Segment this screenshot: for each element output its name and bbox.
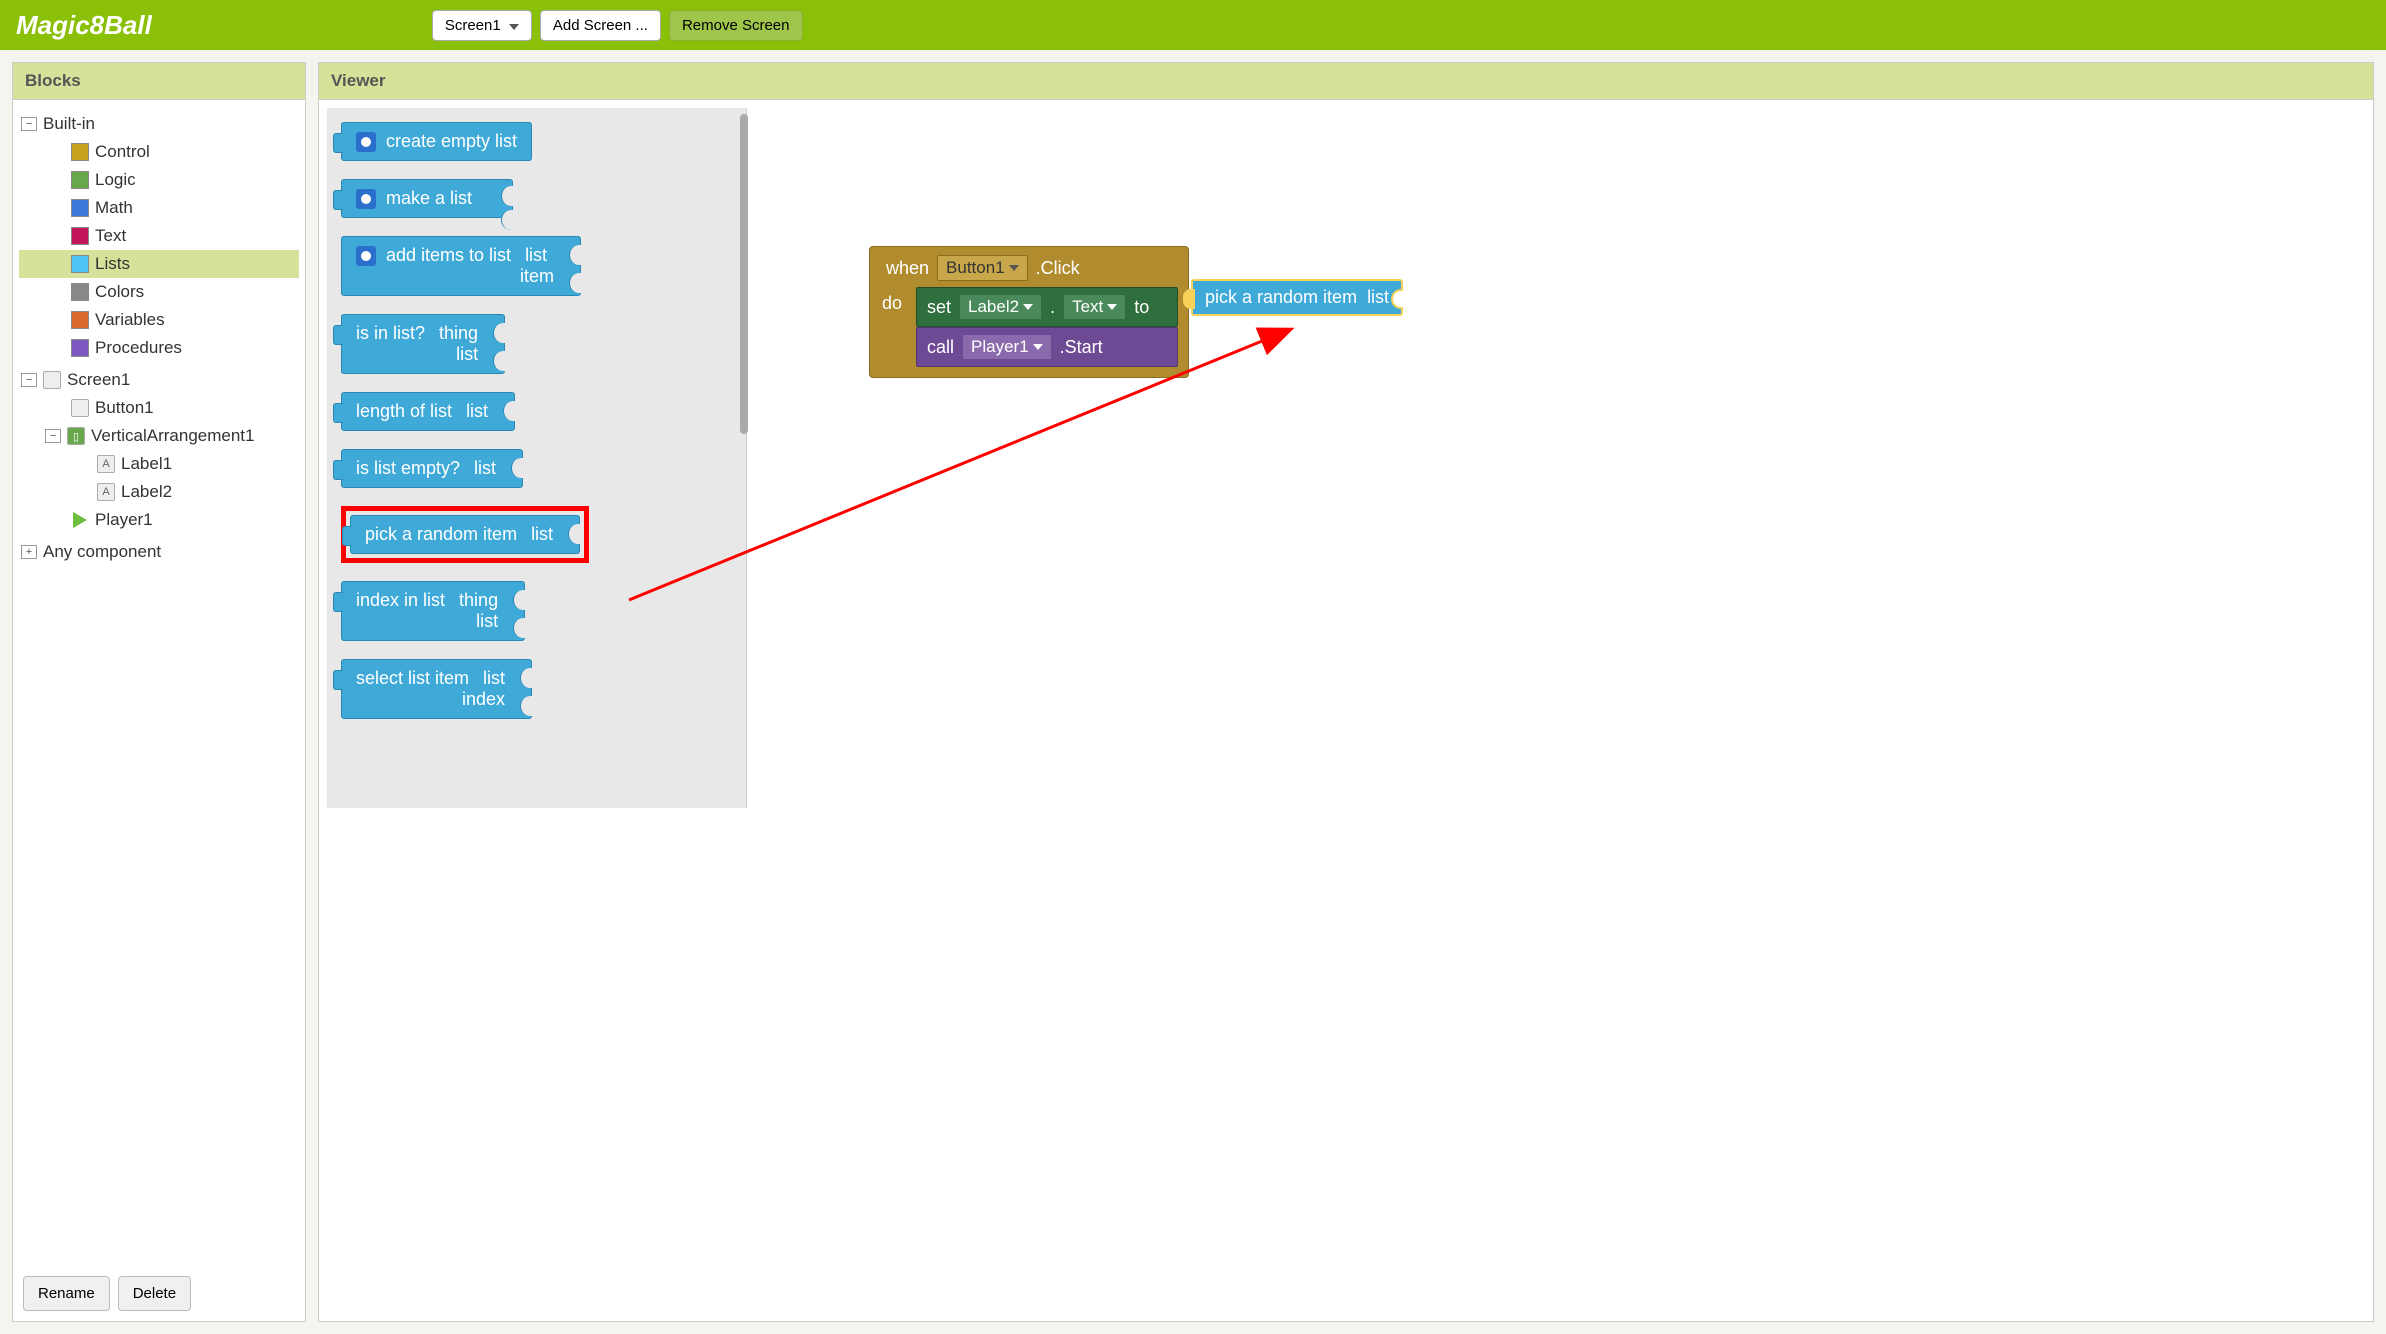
category-logic[interactable]: Logic [19,166,299,194]
component-dropdown[interactable]: Label2 [959,294,1042,320]
chevron-down-icon [1023,304,1033,310]
app-title: Magic8Ball [16,10,152,41]
block-index-in-list[interactable]: index in list thing list [341,581,525,641]
category-colors[interactable]: Colors [19,278,299,306]
collapse-icon[interactable]: − [45,429,61,443]
annotation-red-box: pick a random item list [341,506,589,563]
component-vertical-arrangement[interactable]: − ▯ VerticalArrangement1 [19,422,299,450]
component-label1[interactable]: A Label1 [19,450,299,478]
math-color-icon [71,199,89,217]
palette-scrollbar[interactable] [740,114,748,434]
component-button1[interactable]: Button1 [19,394,299,422]
remove-screen-button[interactable]: Remove Screen [669,10,803,41]
blocks-panel: Blocks − Built-in Control Logic Math Tex… [12,62,306,1322]
procedures-color-icon [71,339,89,357]
button-icon [71,399,89,417]
variables-color-icon [71,311,89,329]
block-create-empty-list[interactable]: create empty list [341,122,532,161]
set-label2-text-block[interactable]: set Label2 . Text to [916,287,1178,327]
viewer-panel-header: Viewer [319,63,2373,100]
call-player1-start-block[interactable]: call Player1 .Start [916,327,1178,367]
property-dropdown[interactable]: Text [1063,294,1126,320]
logic-color-icon [71,171,89,189]
gear-icon[interactable] [356,246,376,266]
category-lists[interactable]: Lists [19,250,299,278]
block-add-items-to-list[interactable]: add items to list list item [341,236,581,296]
component-dropdown[interactable]: Player1 [962,334,1052,360]
screen-dropdown-button[interactable]: Screen1 [432,10,532,41]
tree-screen1[interactable]: − Screen1 [19,366,299,394]
add-screen-button[interactable]: Add Screen ... [540,10,661,41]
block-select-list-item[interactable]: select list item list index [341,659,532,719]
viewer-workspace[interactable]: create empty list make a list add items … [319,100,2373,1321]
gear-icon[interactable] [356,132,376,152]
category-text[interactable]: Text [19,222,299,250]
block-length-of-list[interactable]: length of list list [341,392,515,431]
category-math[interactable]: Math [19,194,299,222]
control-color-icon [71,143,89,161]
do-keyword: do [882,287,916,367]
colors-color-icon [71,283,89,301]
play-icon [71,511,89,529]
screen-icon [43,371,61,389]
when-keyword: when [886,258,929,279]
tree-any-component[interactable]: + Any component [19,538,299,566]
label-icon: A [97,483,115,501]
socket-icon [1391,289,1403,309]
block-is-list-empty[interactable]: is list empty? list [341,449,523,488]
topbar: Magic8Ball Screen1 Add Screen ... Remove… [0,0,2386,50]
lists-palette-flyout: create empty list make a list add items … [327,108,747,808]
label-icon: A [97,455,115,473]
category-control[interactable]: Control [19,138,299,166]
connector-icon [1183,289,1195,309]
attached-pick-random-block[interactable]: pick a random item list [1191,279,1403,316]
tree-builtin[interactable]: − Built-in [19,110,299,138]
category-variables[interactable]: Variables [19,306,299,334]
blocks-panel-header: Blocks [13,63,305,100]
component-dropdown[interactable]: Button1 [937,255,1028,281]
gear-icon[interactable] [356,189,376,209]
chevron-down-icon [1107,304,1117,310]
collapse-icon[interactable]: − [21,373,37,387]
blocks-tree: − Built-in Control Logic Math Text L [13,100,305,1266]
delete-button[interactable]: Delete [118,1276,191,1311]
block-make-a-list[interactable]: make a list [341,179,513,218]
event-name: .Click [1036,258,1080,279]
component-label2[interactable]: A Label2 [19,478,299,506]
blocks-panel-footer: Rename Delete [13,1266,305,1321]
when-button1-click-block[interactable]: when Button1 .Click do set [869,246,1189,378]
collapse-icon[interactable]: − [21,117,37,131]
rename-button[interactable]: Rename [23,1276,110,1311]
lists-color-icon [71,255,89,273]
chevron-down-icon [1009,265,1019,271]
text-color-icon [71,227,89,245]
viewer-panel: Viewer create empty list make a list [318,62,2374,1322]
block-pick-random-item[interactable]: pick a random item list [350,515,580,554]
block-is-in-list[interactable]: is in list? thing list [341,314,505,374]
category-procedures[interactable]: Procedures [19,334,299,362]
arrangement-icon: ▯ [67,427,85,445]
chevron-down-icon [509,24,519,30]
expand-icon[interactable]: + [21,545,37,559]
chevron-down-icon [1033,344,1043,350]
component-player1[interactable]: Player1 [19,506,299,534]
